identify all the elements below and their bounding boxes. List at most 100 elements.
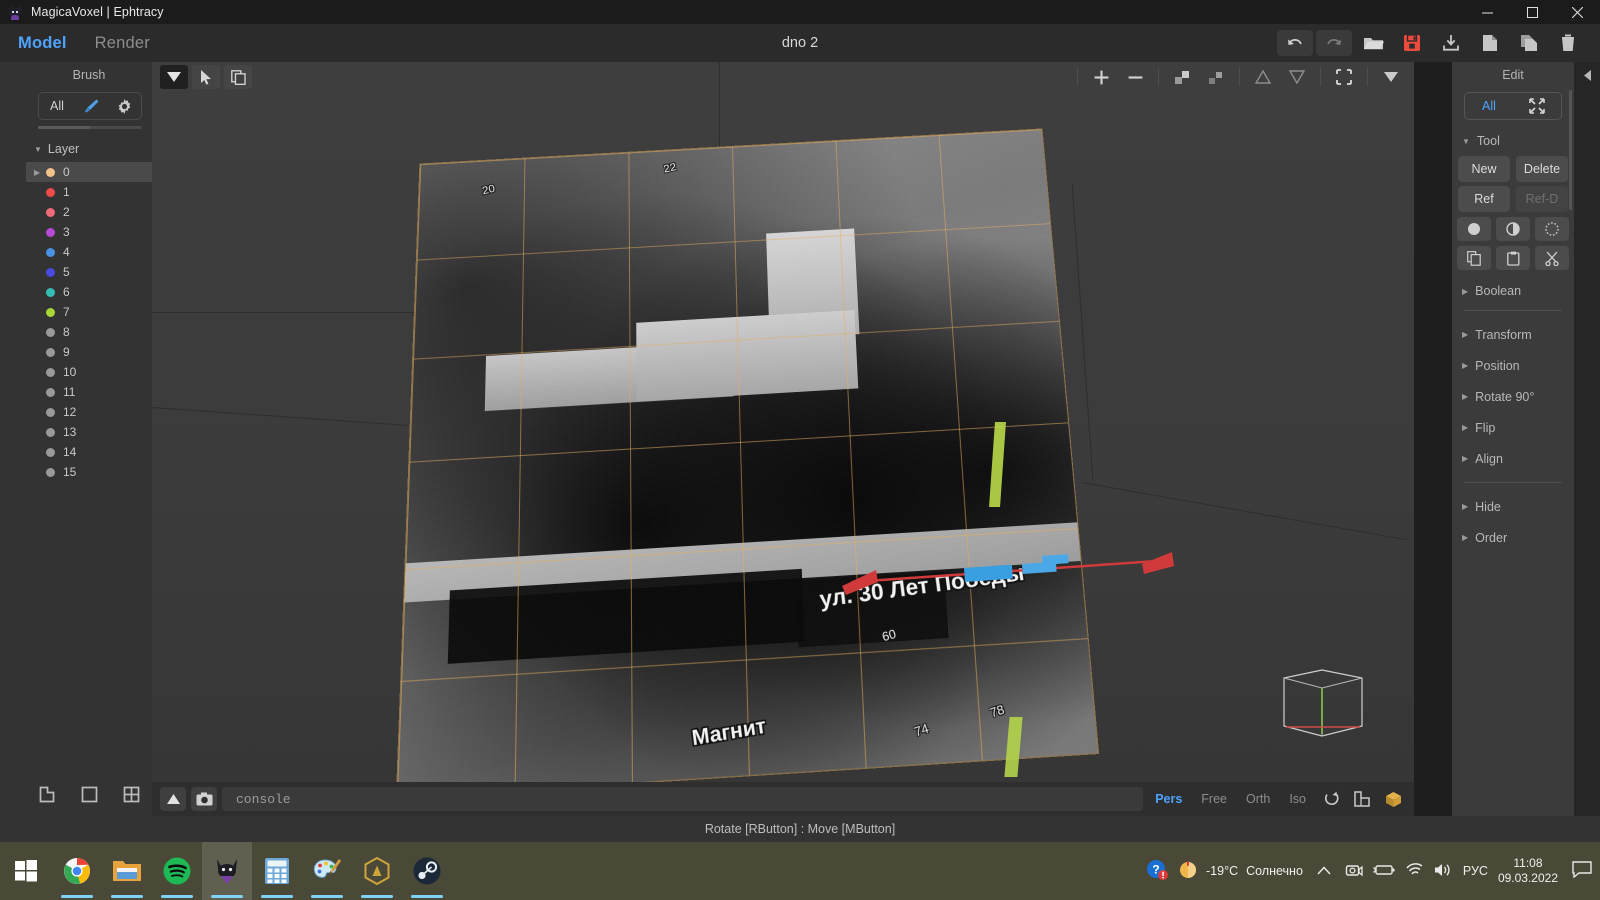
screenshot-button[interactable]	[191, 787, 217, 811]
new-button[interactable]: New	[1458, 156, 1510, 182]
taskbar-spotify[interactable]	[152, 842, 202, 900]
layer-row[interactable]: 8	[26, 322, 152, 342]
section-boolean[interactable]: ▶ Boolean	[1452, 280, 1574, 302]
console-input[interactable]: console	[222, 787, 1144, 811]
minimize-icon[interactable]	[1465, 0, 1510, 24]
tab-model[interactable]: Model	[8, 34, 77, 53]
layer-section-header[interactable]: ▼ Layer	[34, 142, 79, 156]
speech-bubble-icon[interactable]	[1568, 861, 1592, 881]
layer-color-dot[interactable]	[46, 447, 55, 457]
section-flip[interactable]: ▶ Flip	[1452, 412, 1574, 443]
brush-size-slider[interactable]	[38, 126, 142, 129]
clock[interactable]: 11:08 09.03.2022	[1498, 856, 1558, 886]
scale-up-button[interactable]	[1165, 66, 1199, 88]
layer-row[interactable]: 9	[26, 342, 152, 362]
new-button[interactable]	[1472, 30, 1508, 56]
select-tool[interactable]	[192, 65, 220, 89]
undo-button[interactable]	[1277, 30, 1313, 56]
layer-row[interactable]: 1	[26, 182, 152, 202]
paste-icon[interactable]	[1496, 246, 1530, 270]
help-alert-icon[interactable]: ?	[1146, 859, 1168, 884]
layer-color-dot[interactable]	[46, 187, 55, 197]
circle-dotted-icon[interactable]	[1535, 217, 1569, 241]
zoom-out-button[interactable]	[1118, 66, 1152, 88]
layer-row[interactable]: 13	[26, 422, 152, 442]
square-icon[interactable]	[81, 786, 98, 808]
delete-button[interactable]	[1550, 30, 1586, 56]
language-indicator[interactable]: РУС	[1463, 864, 1488, 878]
layer-row[interactable]: 6	[26, 282, 152, 302]
delete-button[interactable]: Delete	[1516, 156, 1568, 182]
tab-render[interactable]: Render	[85, 34, 160, 53]
zoom-in-button[interactable]	[1084, 66, 1118, 88]
section-hide[interactable]: ▶ Hide	[1452, 491, 1574, 522]
grid-icon[interactable]	[123, 786, 140, 808]
copy-icon[interactable]	[1457, 246, 1491, 270]
move-gizmo[interactable]	[842, 542, 1182, 602]
layer-color-dot[interactable]	[46, 347, 55, 357]
section-order[interactable]: ▶ Order	[1452, 522, 1574, 553]
layer-color-dot[interactable]	[46, 307, 55, 317]
close-icon[interactable]	[1555, 0, 1600, 24]
layer-color-dot[interactable]	[46, 227, 55, 237]
expand-icon[interactable]	[1513, 98, 1561, 114]
layer-row[interactable]: 14	[26, 442, 152, 462]
fit-button[interactable]	[1327, 66, 1361, 88]
paintbrush-icon[interactable]	[75, 98, 108, 115]
redo-button[interactable]	[1316, 30, 1352, 56]
brush-mode-dropdown[interactable]	[160, 65, 188, 89]
weather-widget[interactable]: -19°C Солнечно	[1178, 860, 1303, 883]
scale-down-button[interactable]	[1199, 66, 1233, 88]
layer-row[interactable]: 15	[26, 462, 152, 482]
more-options-button[interactable]	[1374, 66, 1408, 88]
layer-row[interactable]: 7	[26, 302, 152, 322]
3d-viewport[interactable]: 20 22 ул. 30 Лет Победы 60 Магнит 74 78	[152, 62, 1414, 782]
console-collapse-button[interactable]	[160, 787, 186, 811]
layer-row[interactable]: 11	[26, 382, 152, 402]
layer-row[interactable]: 5	[26, 262, 152, 282]
taskbar-steam[interactable]	[402, 842, 452, 900]
view-mode-iso[interactable]: Iso	[1282, 792, 1313, 806]
layer-color-dot[interactable]	[46, 167, 55, 177]
layer-color-dot[interactable]	[46, 327, 55, 337]
layer-color-dot[interactable]	[46, 427, 55, 437]
cube-icon[interactable]	[1380, 787, 1406, 811]
export-button[interactable]	[1433, 30, 1469, 56]
layer-row[interactable]: 12	[26, 402, 152, 422]
layer-color-dot[interactable]	[46, 407, 55, 417]
scope-all-label[interactable]: All	[1465, 99, 1513, 113]
cut-icon[interactable]	[1535, 246, 1569, 270]
open-button[interactable]	[1355, 30, 1391, 56]
panel-scrollbar[interactable]	[1569, 90, 1572, 210]
camera-tray-icon[interactable]	[1345, 862, 1363, 881]
layer-color-dot[interactable]	[46, 367, 55, 377]
section-transform[interactable]: ▶ Transform	[1452, 319, 1574, 350]
section-align[interactable]: ▶ Align	[1452, 443, 1574, 474]
circle-half-icon[interactable]	[1496, 217, 1530, 241]
right-panel-collapse[interactable]	[1574, 62, 1600, 842]
grid-floor-icon[interactable]	[1349, 787, 1375, 811]
layer-row[interactable]: 3	[26, 222, 152, 242]
save-button[interactable]	[1394, 30, 1430, 56]
layer-color-dot[interactable]	[46, 467, 55, 477]
circle-filled-icon[interactable]	[1457, 217, 1491, 241]
layer-row[interactable]: 10	[26, 362, 152, 382]
layer-row[interactable]: ▶ 0	[26, 162, 152, 182]
taskbar-explorer[interactable]	[102, 842, 152, 900]
layer-color-dot[interactable]	[46, 287, 55, 297]
taskbar-magicavoxel[interactable]	[202, 842, 252, 900]
layer-color-dot[interactable]	[46, 247, 55, 257]
taskbar-calculator[interactable]	[252, 842, 302, 900]
volume-icon[interactable]	[1434, 862, 1453, 881]
brush-all-label[interactable]: All	[39, 99, 75, 113]
bounding-box-gizmo[interactable]	[1276, 660, 1368, 740]
layer-color-dot[interactable]	[46, 267, 55, 277]
section-position[interactable]: ▶ Position	[1452, 350, 1574, 381]
lower-button[interactable]	[1280, 66, 1314, 88]
view-mode-pers[interactable]: Pers	[1148, 792, 1189, 806]
layer-row[interactable]: 4	[26, 242, 152, 262]
gear-icon[interactable]	[108, 98, 141, 115]
ref-button[interactable]: Ref	[1458, 186, 1510, 212]
view-mode-orth[interactable]: Orth	[1239, 792, 1277, 806]
taskbar-chrome[interactable]	[52, 842, 102, 900]
